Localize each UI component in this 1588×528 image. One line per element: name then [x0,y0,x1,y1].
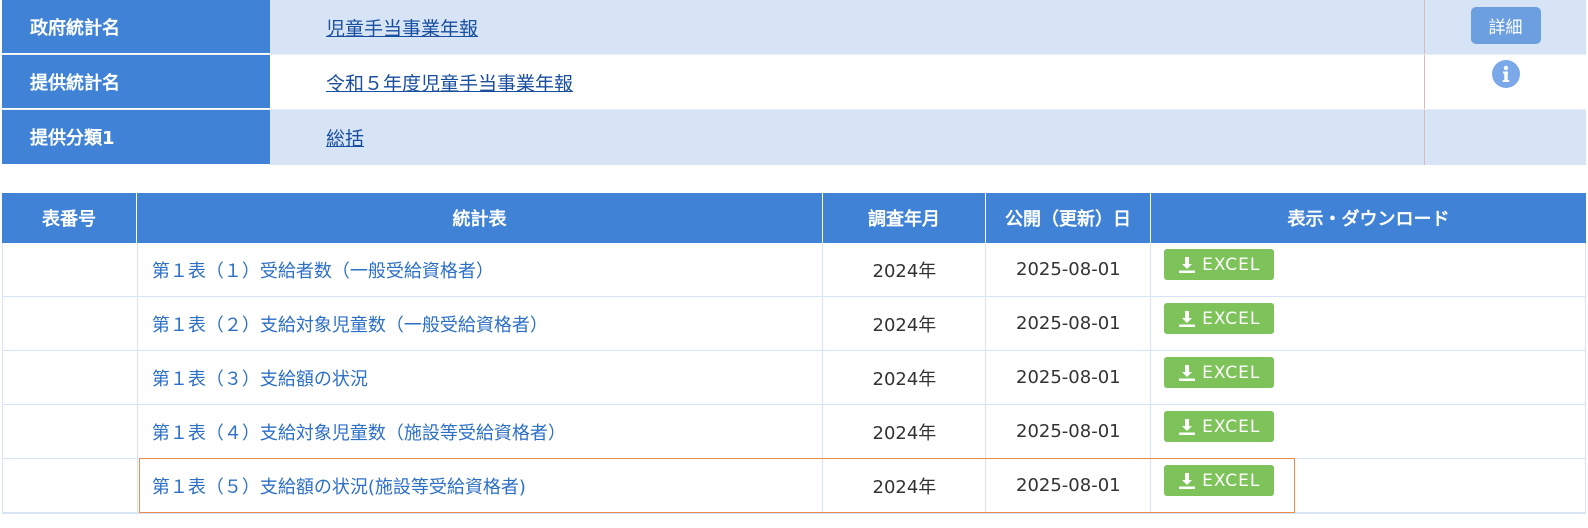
excel-download-button[interactable]: EXCEL [1164,465,1275,496]
provided-stat-name-link[interactable]: 令和５年度児童手当事業年報 [326,69,573,96]
header-table-number: 表番号 [2,193,137,243]
statistics-list-table: 表番号 統計表 調査年月 公開（更新）日 表示・ダウンロード 第１表（１）受給者… [2,193,1586,514]
download-cell: EXCEL [1151,297,1586,350]
table-row: 第１表（３）支給額の状況 2024年 2025-08-01 EXCEL [3,351,1586,405]
download-icon [1178,418,1196,436]
table-body: 第１表（１）受給者数（一般受給資格者） 2024年 2025-08-01 EXC… [2,243,1586,514]
info-label: 提供分類1 [2,110,270,165]
table-number-cell [3,405,138,458]
download-cell: EXCEL [1151,243,1586,296]
excel-label: EXCEL [1202,470,1261,491]
category-link[interactable]: 総括 [326,124,364,151]
excel-download-button[interactable]: EXCEL [1164,357,1275,388]
info-circle-icon[interactable] [1491,60,1520,88]
survey-year-month: 2024年 [823,243,987,296]
info-value-cell: 総括 [270,110,1425,165]
download-cell: EXCEL [1151,351,1586,404]
info-side-cell [1425,110,1586,165]
table-row: 第１表（１）受給者数（一般受給資格者） 2024年 2025-08-01 EXC… [3,243,1586,297]
published-date: 2025-08-01 [986,243,1152,296]
table-title-link[interactable]: 第１表（２）支給対象児童数（一般受給資格者） [138,297,824,350]
detail-button[interactable]: 詳細 [1470,7,1541,44]
excel-download-button[interactable]: EXCEL [1164,249,1275,280]
table-header: 表番号 統計表 調査年月 公開（更新）日 表示・ダウンロード [2,193,1586,243]
info-row-category: 提供分類1 総括 [2,110,1586,165]
survey-year-month: 2024年 [823,351,987,404]
excel-label: EXCEL [1202,416,1261,437]
published-date: 2025-08-01 [986,297,1152,350]
table-row: 第１表（４）支給対象児童数（施設等受給資格者） 2024年 2025-08-01… [3,405,1586,459]
table-title-link[interactable]: 第１表（３）支給額の状況 [138,351,824,404]
published-date: 2025-08-01 [986,459,1152,512]
download-icon [1178,256,1196,274]
download-cell: EXCEL [1151,459,1586,512]
table-title-link[interactable]: 第１表（４）支給対象児童数（施設等受給資格者） [138,405,824,458]
excel-label: EXCEL [1202,254,1261,275]
info-side-cell: 詳細 [1425,0,1586,54]
header-statistics-table: 統計表 [137,193,823,243]
excel-download-button[interactable]: EXCEL [1164,303,1275,334]
download-icon [1178,472,1196,490]
info-row-provided-stat: 提供統計名 令和５年度児童手当事業年報 [2,55,1586,110]
survey-year-month: 2024年 [823,297,987,350]
published-date: 2025-08-01 [986,405,1152,458]
info-value-cell: 令和５年度児童手当事業年報 [270,55,1425,109]
header-display-download: 表示・ダウンロード [1287,209,1450,230]
excel-label: EXCEL [1202,308,1261,329]
info-side-cell [1425,55,1586,109]
table-row: 第１表（５）支給額の状況(施設等受給資格者) 2024年 2025-08-01 … [3,459,1586,513]
info-row-gov-stat: 政府統計名 児童手当事業年報 詳細 [2,0,1586,55]
table-number-cell [3,459,138,512]
download-cell: EXCEL [1151,405,1586,458]
info-label: 政府統計名 [2,0,270,54]
download-icon [1178,310,1196,328]
info-label: 提供統計名 [2,55,270,109]
download-icon [1178,364,1196,382]
gov-stat-name-link[interactable]: 児童手当事業年報 [326,14,478,41]
table-title-link[interactable]: 第１表（５）支給額の状況(施設等受給資格者) [138,459,824,512]
survey-year-month: 2024年 [823,405,987,458]
published-date: 2025-08-01 [986,351,1152,404]
excel-label: EXCEL [1202,362,1261,383]
table-number-cell [3,351,138,404]
table-title-link[interactable]: 第１表（１）受給者数（一般受給資格者） [138,243,824,296]
excel-download-button[interactable]: EXCEL [1164,411,1275,442]
info-value-cell: 児童手当事業年報 [270,0,1425,54]
table-number-cell [3,243,138,296]
statistics-info-table: 政府統計名 児童手当事業年報 詳細 提供統計名 令和５年度児童手当事業年報 提供… [2,0,1586,165]
header-published-date: 公開（更新）日 [986,193,1151,243]
survey-year-month: 2024年 [823,459,987,512]
table-number-cell [3,297,138,350]
header-survey-year-month: 調査年月 [823,193,986,243]
table-row: 第１表（２）支給対象児童数（一般受給資格者） 2024年 2025-08-01 … [3,297,1586,351]
